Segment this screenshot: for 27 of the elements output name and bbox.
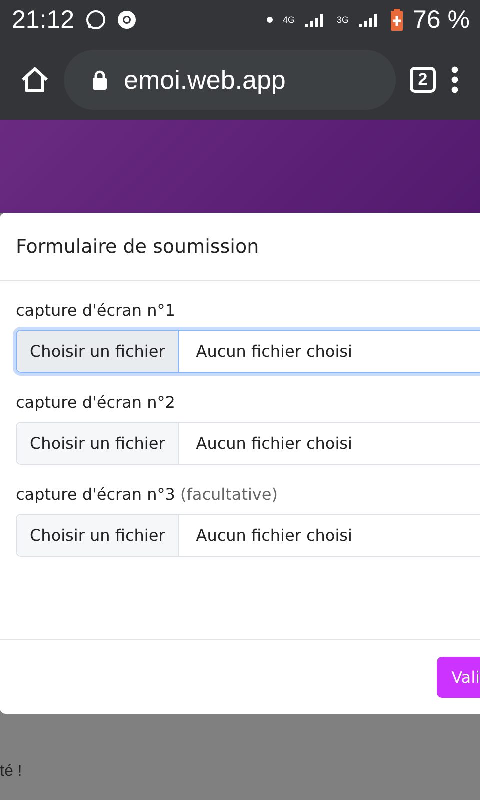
dot-icon — [266, 17, 273, 23]
field-label: capture d'écran n°2 — [16, 393, 176, 412]
file-status: Aucun fichier choisi — [195, 342, 352, 361]
battery-icon — [391, 9, 404, 31]
battery-level: 76 % — [413, 6, 470, 34]
network-label: 3G — [337, 15, 350, 25]
choose-file-button[interactable]: Choisir un fichier — [17, 423, 180, 464]
file-status: Aucun fichier choisi — [195, 434, 352, 453]
file-input[interactable]: Choisir un fichier Aucun fichier choisi — [16, 330, 480, 373]
menu-icon[interactable] — [450, 66, 460, 94]
url-text: emoi.web.app — [124, 64, 286, 96]
choose-file-button[interactable]: Choisir un fichier — [17, 515, 180, 556]
submit-button[interactable]: Vali — [436, 656, 480, 698]
network-label: 4G — [282, 15, 295, 25]
address-bar[interactable]: emoi.web.app — [64, 50, 396, 110]
field-label: capture d'écran n°1 — [16, 301, 176, 320]
file-input[interactable]: Choisir un fichier Aucun fichier choisi — [16, 514, 480, 557]
tab-count[interactable]: 2 — [410, 67, 436, 93]
background-text: té ! — [0, 763, 24, 781]
clock: 21:12 — [12, 6, 75, 34]
home-icon[interactable] — [20, 66, 50, 94]
file-input[interactable]: Choisir un fichier Aucun fichier choisi — [16, 422, 480, 465]
choose-file-button[interactable]: Choisir un fichier — [17, 331, 180, 372]
modal-title: Formulaire de soumission — [16, 236, 260, 258]
file-status: Aucun fichier choisi — [195, 526, 352, 545]
lock-icon — [92, 70, 108, 90]
field-label: capture d'écran n°3 (facultative) — [16, 485, 279, 504]
